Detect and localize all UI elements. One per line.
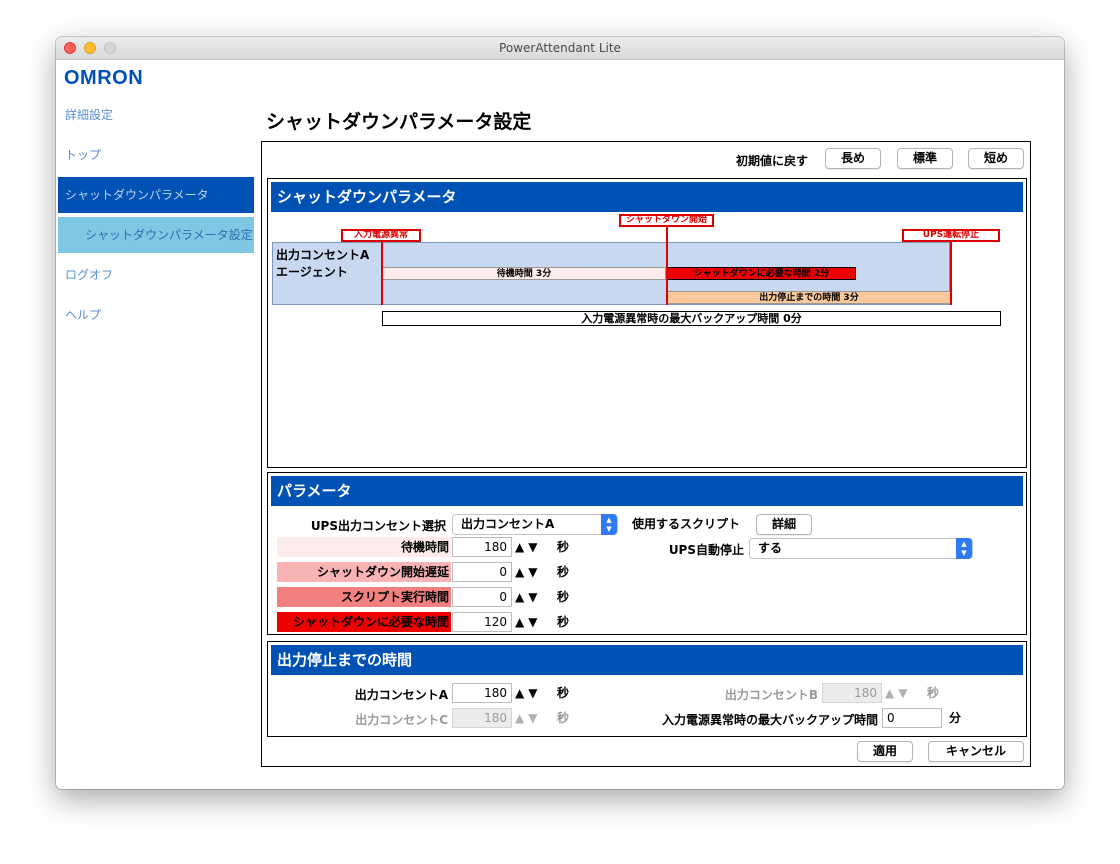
- spin-down-icon[interactable]: ▼: [528, 565, 541, 579]
- script-run-time-stepper[interactable]: ▲▼: [515, 587, 541, 607]
- spin-down-icon[interactable]: ▼: [528, 590, 541, 604]
- outlet-select-value: 出力コンセントA: [461, 517, 555, 531]
- wait-time-stepper[interactable]: ▲▼: [515, 537, 541, 557]
- spin-down-icon[interactable]: ▼: [528, 686, 541, 700]
- timeline-panel-title: シャットダウンパラメータ: [271, 182, 1023, 212]
- spin-up-icon[interactable]: ▲: [515, 540, 528, 554]
- outlet-a-input[interactable]: 180: [452, 683, 512, 703]
- script-details-button[interactable]: 詳細: [756, 514, 812, 535]
- spin-up-icon: ▲: [515, 711, 529, 725]
- cancel-button[interactable]: キャンセル: [928, 741, 1024, 762]
- sidebar-item-help[interactable]: ヘルプ: [58, 297, 254, 333]
- shutdown-required-bar: シャットダウンに必要な時間 2分: [667, 267, 856, 280]
- timeline-row-label: 出力コンセントA エージェント: [276, 247, 369, 281]
- shutdown-required-time-unit: 秒: [557, 615, 570, 629]
- ups-stop-marker: UPS運転停止: [902, 229, 1000, 242]
- script-run-time-unit: 秒: [557, 590, 570, 604]
- parameters-panel: パラメータ UPS出力コンセント選択 出力コンセントA ▲ ▼ 待機時間 180 …: [267, 472, 1027, 635]
- outlet-a-label: 出力コンセントA: [354, 688, 448, 702]
- spin-up-icon[interactable]: ▲: [515, 565, 528, 579]
- title-bar[interactable]: PowerAttendant Lite: [56, 37, 1064, 60]
- preset-standard-button[interactable]: 標準: [897, 148, 953, 169]
- shutdown-start-delay-input[interactable]: 0: [452, 562, 512, 582]
- outlet-b-stepper: ▲▼: [885, 683, 911, 703]
- output-stop-panel: 出力停止までの時間 出力コンセントA 180 ▲▼ 秒 出力コンセントC 180…: [267, 641, 1027, 737]
- preset-short-button[interactable]: 短め: [968, 148, 1024, 169]
- outlet-select-label: UPS出力コンセント選択: [310, 519, 446, 533]
- wait-time-bar: 待機時間 3分: [382, 267, 666, 280]
- select-arrows-icon: ▲ ▼: [956, 538, 972, 559]
- spin-up-icon[interactable]: ▲: [515, 686, 528, 700]
- spin-down-icon: ▼: [898, 686, 912, 700]
- ups-stop-line: [950, 242, 952, 305]
- window-title: PowerAttendant Lite: [499, 41, 621, 55]
- ups-auto-stop-value: する: [758, 541, 783, 555]
- power-fail-line: [381, 242, 383, 305]
- shutdown-required-time-label: シャットダウンに必要な時間: [277, 612, 451, 632]
- timeline-row-label-outlet: 出力コンセントA: [276, 248, 370, 262]
- script-label: 使用するスクリプト: [632, 517, 741, 531]
- sidebar-item-shutdown-parameter-settings[interactable]: シャットダウンパラメータ設定: [58, 217, 254, 253]
- spin-up-icon: ▲: [885, 686, 899, 700]
- outlet-c-unit: 秒: [557, 711, 570, 725]
- shutdown-start-delay-stepper[interactable]: ▲▼: [515, 562, 541, 582]
- timeline-panel: シャットダウンパラメータ シャットダウン開始 入力電源異常 UPS運転停止 出力…: [267, 178, 1027, 468]
- max-backup-time-label: 入力電源異常時の最大バックアップ時間: [661, 713, 878, 727]
- script-run-time-label: スクリプト実行時間: [277, 587, 451, 607]
- output-stop-bar: 出力停止までの時間 3分: [667, 291, 951, 304]
- power-fail-marker: 入力電源異常: [341, 229, 421, 242]
- spin-up-icon[interactable]: ▲: [515, 590, 528, 604]
- wait-time-label: 待機時間: [277, 537, 451, 557]
- max-backup-time-unit: 分: [949, 711, 962, 725]
- parameters-panel-title: パラメータ: [271, 476, 1023, 506]
- reset-defaults-label: 初期値に戻す: [736, 154, 809, 168]
- app-window: PowerAttendant Lite OMRON 詳細設定 トップ シャットダ…: [56, 37, 1064, 789]
- outlet-select[interactable]: 出力コンセントA ▲ ▼: [452, 514, 618, 535]
- shutdown-start-delay-label: シャットダウン開始遅延: [277, 562, 451, 582]
- shutdown-required-time-input[interactable]: 120: [452, 612, 512, 632]
- select-arrows-icon: ▲ ▼: [601, 514, 617, 535]
- outlet-c-input: 180: [452, 708, 512, 728]
- max-backup-time-input[interactable]: 0: [882, 708, 942, 728]
- spin-down-icon[interactable]: ▼: [528, 615, 541, 629]
- page-title: シャットダウンパラメータ設定: [266, 111, 532, 133]
- spin-down-icon: ▼: [528, 711, 542, 725]
- settings-frame: 初期値に戻す 長め 標準 短め シャットダウンパラメータ シャットダウン開始 入…: [261, 141, 1031, 767]
- outlet-b-label: 出力コンセントB: [724, 688, 818, 702]
- omron-logo: OMRON: [64, 67, 144, 89]
- output-stop-panel-title: 出力停止までの時間: [271, 645, 1023, 675]
- spin-up-icon[interactable]: ▲: [515, 615, 528, 629]
- shutdown-start-delay-unit: 秒: [557, 565, 570, 579]
- preset-long-button[interactable]: 長め: [825, 148, 881, 169]
- sidebar-item-top[interactable]: トップ: [58, 137, 254, 173]
- outlet-a-stepper[interactable]: ▲▼: [515, 683, 541, 703]
- shutdown-start-marker: シャットダウン開始: [619, 214, 714, 227]
- wait-time-unit: 秒: [557, 540, 570, 554]
- outlet-b-input: 180: [822, 683, 882, 703]
- apply-button[interactable]: 適用: [857, 741, 913, 762]
- ups-auto-stop-label: UPS自動停止: [668, 543, 744, 557]
- sidebar-item-advanced-settings[interactable]: 詳細設定: [58, 97, 254, 133]
- sidebar-item-shutdown-parameters[interactable]: シャットダウンパラメータ: [58, 177, 254, 213]
- wait-time-input[interactable]: 180: [452, 537, 512, 557]
- outlet-c-label: 出力コンセントC: [355, 713, 448, 727]
- outlet-b-unit: 秒: [927, 686, 940, 700]
- spin-down-icon[interactable]: ▼: [528, 540, 541, 554]
- max-backup-time-bar: 入力電源異常時の最大バックアップ時間 0分: [382, 311, 1001, 326]
- timeline-row-label-agent: エージェント: [276, 265, 348, 279]
- shutdown-start-line: [666, 227, 668, 305]
- sidebar-item-logoff[interactable]: ログオフ: [58, 257, 254, 293]
- shutdown-required-time-stepper[interactable]: ▲▼: [515, 612, 541, 632]
- outlet-a-unit: 秒: [557, 686, 570, 700]
- outlet-c-stepper: ▲▼: [515, 708, 541, 728]
- script-run-time-input[interactable]: 0: [452, 587, 512, 607]
- ups-auto-stop-select[interactable]: する ▲ ▼: [749, 538, 973, 559]
